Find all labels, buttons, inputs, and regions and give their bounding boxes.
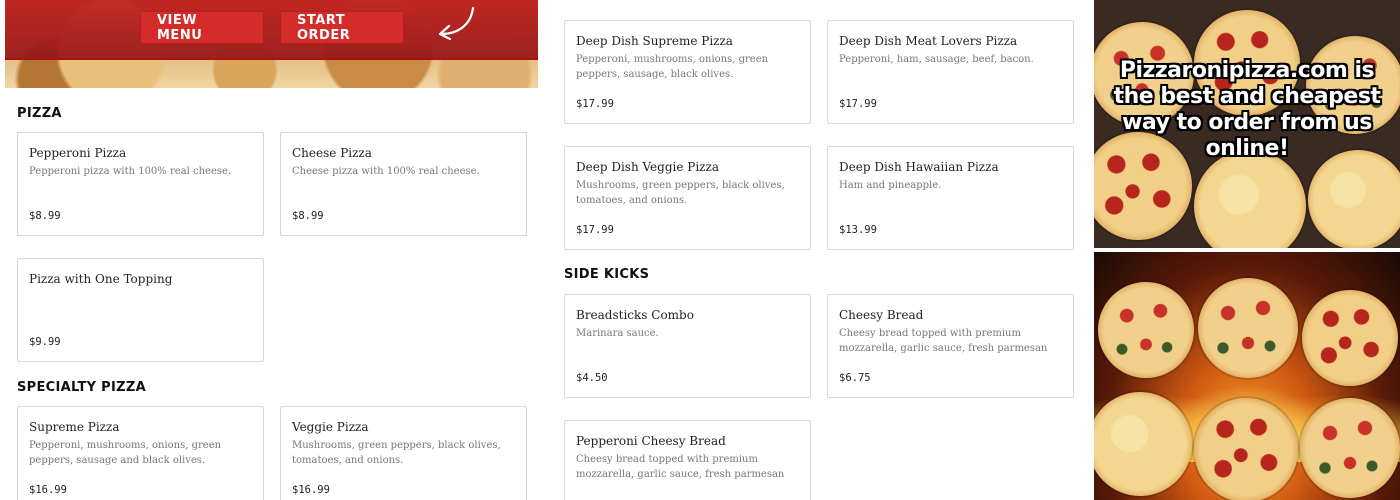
arrow-icon: [438, 6, 475, 40]
view-menu-button[interactable]: VIEW MENU: [140, 11, 264, 44]
item-price: $8.99: [29, 210, 61, 222]
menu-item-one-topping-pizza[interactable]: Pizza with One Topping $9.99: [17, 258, 264, 362]
item-description: Cheesy bread topped with premium mozzare…: [576, 454, 785, 480]
menu-item-veggie-pizza[interactable]: Veggie Pizza Mushrooms, green peppers, b…: [280, 406, 527, 500]
item-description: [29, 290, 252, 322]
item-description: Ham and pineapple.: [839, 180, 942, 191]
section-title-pizza: PIZZA: [17, 106, 62, 121]
item-name: Breadsticks Combo: [576, 308, 694, 322]
item-name: Pizza with One Topping: [29, 272, 173, 286]
item-price: $16.99: [29, 484, 67, 496]
item-price: $17.99: [839, 98, 877, 110]
start-order-button[interactable]: START ORDER: [280, 11, 404, 44]
item-name: Pepperoni Cheesy Bread: [576, 434, 726, 448]
promo-headline: Pizzaronipizza.com is the best and cheap…: [1113, 58, 1381, 161]
item-description: Cheese pizza with 100% real cheese.: [292, 166, 480, 177]
item-name: Deep Dish Hawaiian Pizza: [839, 160, 999, 174]
item-description: Pepperoni, mushrooms, onions, green pepp…: [29, 440, 222, 466]
menu-item-supreme-pizza[interactable]: Supreme Pizza Pepperoni, mushrooms, onio…: [17, 406, 264, 500]
item-price: $8.99: [292, 210, 324, 222]
item-description: Mushrooms, green peppers, black olives, …: [576, 180, 785, 206]
menu-item-cheese-pizza[interactable]: Cheese Pizza Cheese pizza with 100% real…: [280, 132, 527, 236]
item-name: Cheese Pizza: [292, 146, 372, 160]
item-name: Supreme Pizza: [29, 420, 120, 434]
item-name: Cheesy Bread: [839, 308, 924, 322]
menu-item-deep-dish-supreme-pizza[interactable]: Deep Dish Supreme Pizza Pepperoni, mushr…: [564, 20, 811, 124]
menu-item-pepperoni-cheesy-bread[interactable]: Pepperoni Cheesy Bread Cheesy bread topp…: [564, 420, 811, 500]
item-description: Cheesy bread topped with premium mozzare…: [839, 328, 1048, 354]
item-description: Pepperoni pizza with 100% real cheese.: [29, 166, 232, 177]
menu-item-deep-dish-meat-lovers-pizza[interactable]: Deep Dish Meat Lovers Pizza Pepperoni, h…: [827, 20, 1074, 124]
item-price: $6.75: [839, 372, 871, 384]
menu-item-cheesy-bread[interactable]: Cheesy Bread Cheesy bread topped with pr…: [827, 294, 1074, 398]
item-description: Marinara sauce.: [576, 328, 659, 339]
item-name: Veggie Pizza: [292, 420, 369, 434]
menu-item-deep-dish-veggie-pizza[interactable]: Deep Dish Veggie Pizza Mushrooms, green …: [564, 146, 811, 250]
item-name: Deep Dish Veggie Pizza: [576, 160, 719, 174]
promo-image-oven-pizzas: [1094, 252, 1400, 500]
item-price: $16.99: [292, 484, 330, 496]
item-description: Mushrooms, green peppers, black olives, …: [292, 440, 501, 466]
item-description: Pepperoni, mushrooms, onions, green pepp…: [576, 54, 769, 80]
item-price: $17.99: [576, 98, 614, 110]
section-title-side-kicks: SIDE KICKS: [564, 267, 650, 282]
item-description: Pepperoni, ham, sausage, beef, bacon.: [839, 54, 1034, 65]
hero-banner: VIEW MENU START ORDER: [5, 0, 538, 88]
menu-item-deep-dish-hawaiian-pizza[interactable]: Deep Dish Hawaiian Pizza Ham and pineapp…: [827, 146, 1074, 250]
menu-item-pepperoni-pizza[interactable]: Pepperoni Pizza Pepperoni pizza with 100…: [17, 132, 264, 236]
item-name: Deep Dish Meat Lovers Pizza: [839, 34, 1018, 48]
promo-image-pizzas: Pizzaronipizza.com is the best and cheap…: [1094, 0, 1400, 248]
item-price: $13.99: [839, 224, 877, 236]
item-name: Deep Dish Supreme Pizza: [576, 34, 733, 48]
section-title-specialty-pizza: SPECIALTY PIZZA: [17, 380, 146, 395]
item-price: $4.50: [576, 372, 608, 384]
menu-item-breadsticks-combo[interactable]: Breadsticks Combo Marinara sauce. $4.50: [564, 294, 811, 398]
item-price: $9.99: [29, 336, 61, 348]
item-price: $17.99: [576, 224, 614, 236]
item-name: Pepperoni Pizza: [29, 146, 127, 160]
